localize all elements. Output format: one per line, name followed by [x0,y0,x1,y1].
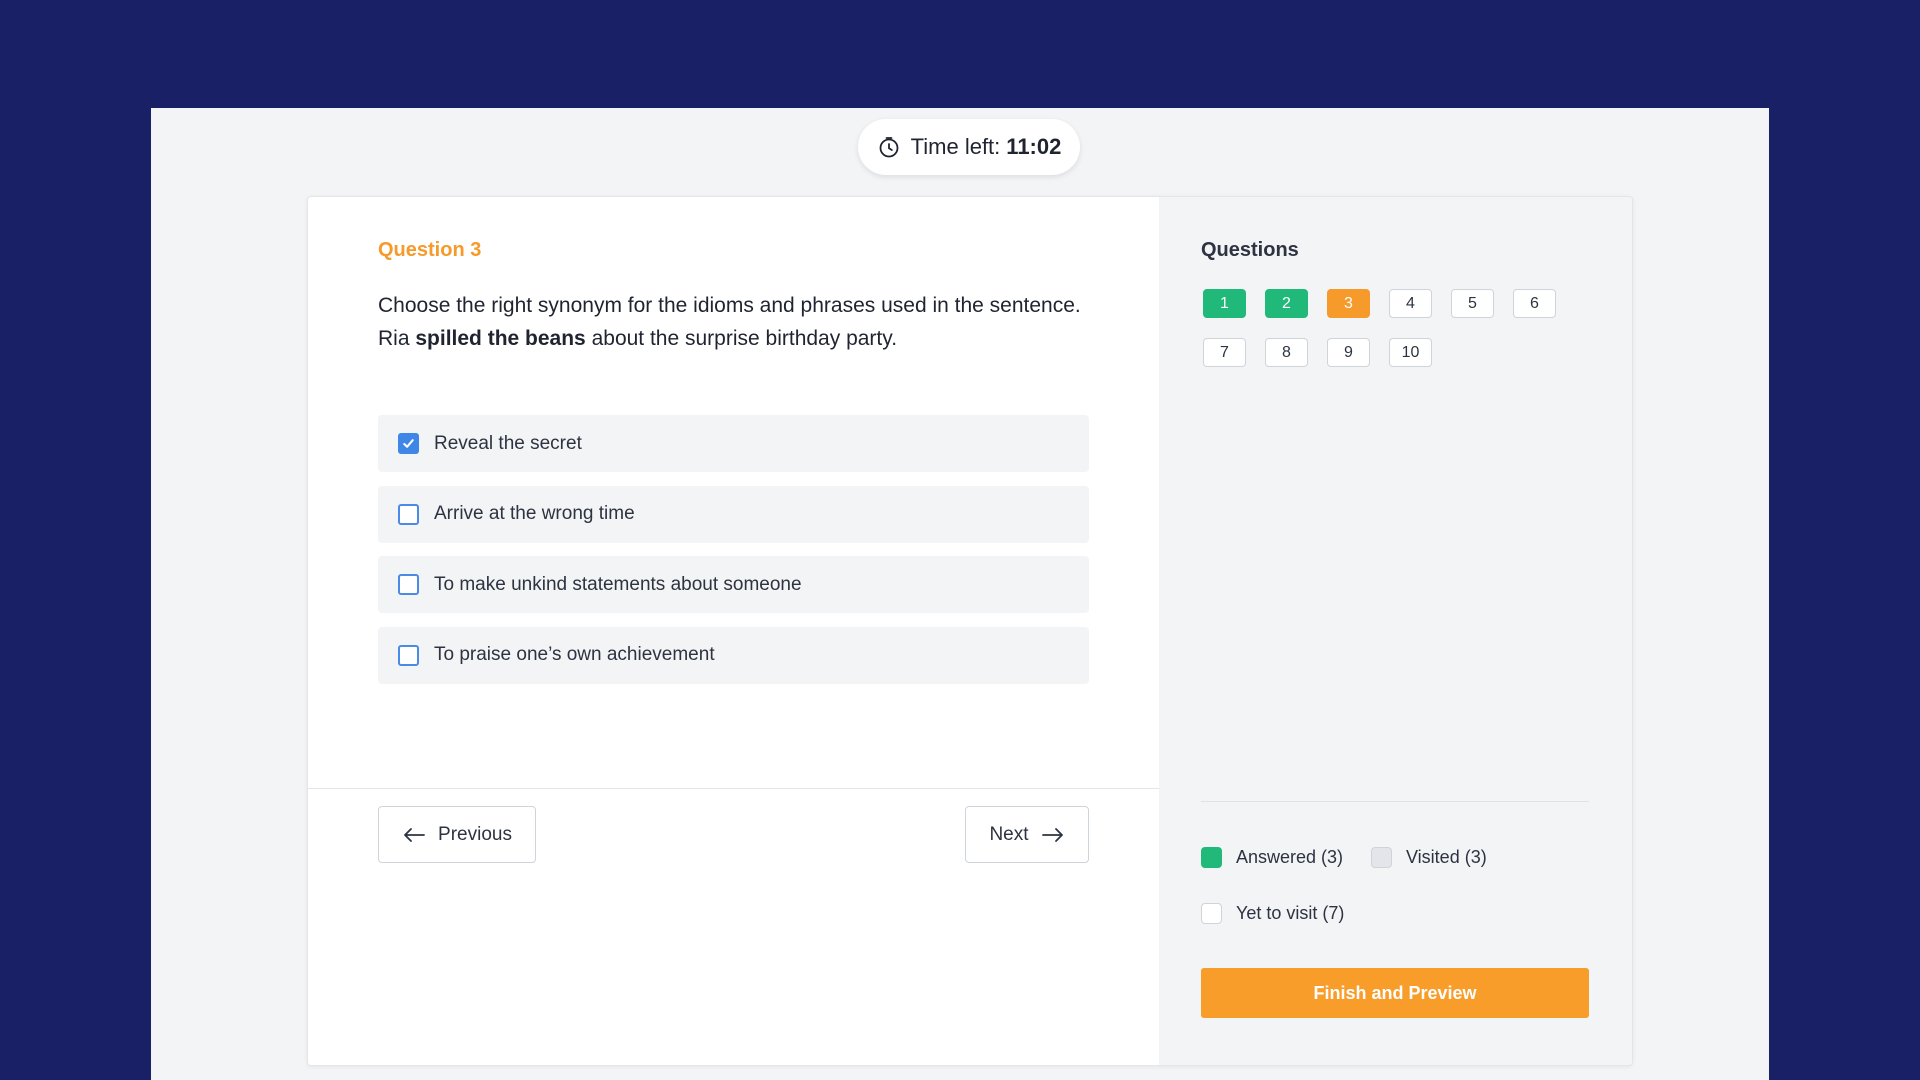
checkbox-unchecked[interactable] [398,503,419,525]
timer-pill: Time left: 11:02 [858,119,1080,175]
legend-answered-label: Answered (3) [1236,847,1344,867]
question-button-4[interactable]: 4 [1389,289,1432,318]
next-button-label: Next [989,823,1029,845]
previous-button[interactable]: Previous [378,806,536,863]
question-button-10[interactable]: 10 [1389,338,1432,367]
arrow-left-icon [404,827,425,842]
legend-answered: Answered (3) [1201,847,1343,868]
legend-visited-label: Visited (3) [1406,847,1487,867]
sidebar-divider [1201,801,1589,802]
sentence-idiom: spilled the beans [415,327,586,350]
quiz-app-frame: Time left: 11:02 Question 3 Choose the r… [151,108,1769,1080]
answer-option-2[interactable]: Arrive at the wrong time [378,485,1089,543]
finish-and-preview-button[interactable]: Finish and Preview [1201,968,1589,1018]
question-sentence: Ria spilled the beans about the surprise… [378,322,1118,355]
legend-visited: Visited (3) [1371,847,1487,868]
question-button-6[interactable]: 6 [1513,289,1556,318]
question-button-3[interactable]: 3 [1327,289,1370,318]
question-prompt: Choose the right synonym for the idioms … [378,294,1081,317]
question-button-5[interactable]: 5 [1451,289,1494,318]
timer-label: Time left: [910,134,1001,159]
question-navigator-sidebar: Questions 1 2 3 4 5 6 7 8 9 10 Answered … [1159,197,1632,1065]
sidebar-title: Questions [1201,239,1299,261]
checkmark-icon [403,439,414,448]
question-text: Choose the right synonym for the idioms … [378,289,1118,355]
answer-option-label: To praise one’s own achievement [434,644,715,665]
question-button-7[interactable]: 7 [1203,338,1246,367]
clock-icon [879,137,899,158]
answer-option-4[interactable]: To praise one’s own achievement [378,626,1089,684]
visited-swatch [1371,847,1392,868]
quiz-card: Question 3 Choose the right synonym for … [307,196,1633,1066]
arrow-right-icon [1041,827,1063,842]
answer-options: Reveal the secret Arrive at the wrong ti… [378,415,1089,697]
question-button-8[interactable]: 8 [1265,338,1308,367]
question-button-9[interactable]: 9 [1327,338,1370,367]
answer-option-label: To make unkind statements about someone [434,573,802,595]
previous-button-label: Previous [438,823,512,845]
answer-option-label: Reveal the secret [434,432,582,454]
timer-value: 11:02 [1006,134,1062,159]
answered-swatch [1201,847,1222,868]
checkbox-checked[interactable] [398,433,419,454]
answer-option-label: Arrive at the wrong time [434,503,635,524]
sentence-suffix: about the surprise birthday party. [585,327,898,350]
question-button-2[interactable]: 2 [1265,289,1308,318]
legend-yet-to-visit-label: Yet to visit (7) [1236,903,1345,923]
sentence-prefix: Ria [378,327,416,350]
footer-divider [308,788,1159,789]
question-button-1[interactable]: 1 [1203,289,1246,318]
question-number: Question 3 [378,239,482,261]
checkbox-unchecked[interactable] [398,574,419,595]
checkbox-unchecked[interactable] [398,644,419,666]
answer-option-3[interactable]: To make unkind statements about someone [378,556,1089,613]
yet-to-visit-swatch [1201,903,1222,924]
question-pane: Question 3 Choose the right synonym for … [308,197,1159,1065]
answer-option-1[interactable]: Reveal the secret [378,415,1089,472]
next-button[interactable]: Next [965,806,1089,863]
legend-yet-to-visit: Yet to visit (7) [1201,903,1344,924]
